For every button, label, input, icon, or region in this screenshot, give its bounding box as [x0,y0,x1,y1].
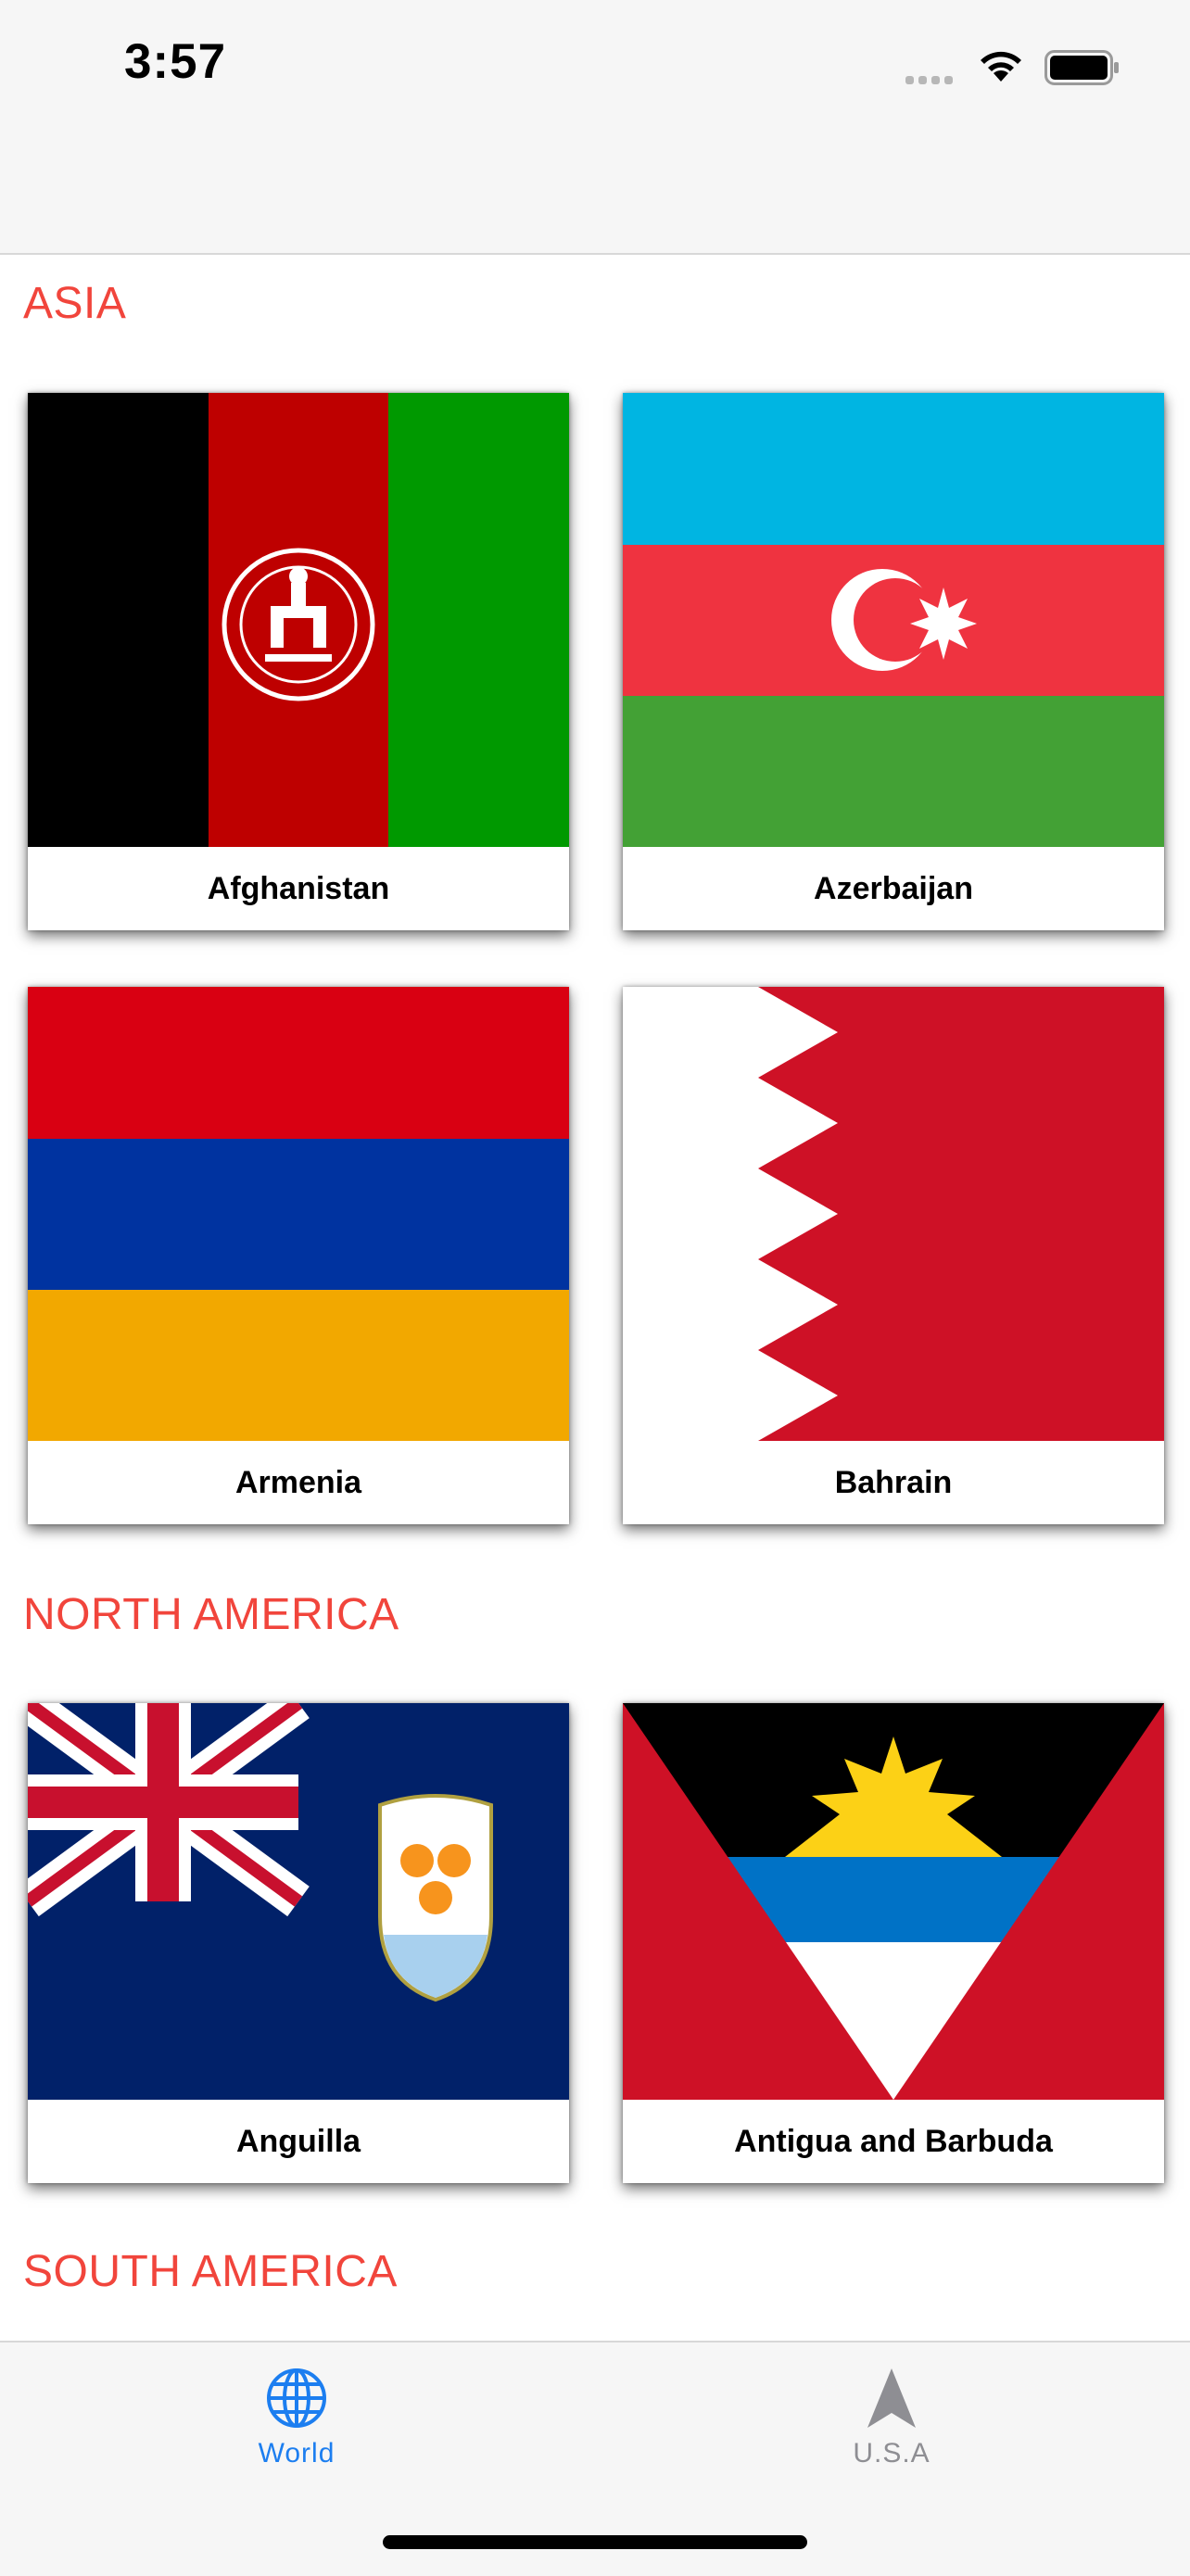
section-title-north-america: NORTH AMERICA [23,1590,399,1639]
wifi-icon [981,51,1021,82]
section-title-south-america: SOUTH AMERICA [23,2247,398,2296]
battery-icon [1044,50,1119,85]
country-name: Armenia [234,1465,362,1500]
globe-icon [267,2368,326,2428]
navigation-arrow-icon [867,2368,916,2428]
top-bar: 3:57 [0,0,1190,255]
tab-usa[interactable]: U.S.A [753,2367,1031,2469]
country-name: Antigua and Barbuda [734,2124,1053,2159]
antigua-and-barbuda-flag-image [623,1703,1164,2100]
afghanistan-flag-image [28,393,569,847]
anguilla-flag-image [28,1703,569,2100]
bahrain-flag-image [623,987,1164,1441]
country-name: Afghanistan [207,871,390,906]
azerbaijan-flag-image [623,393,1164,847]
cellular-signal-icon [905,72,957,89]
section-title-asia: ASIA [23,279,127,328]
tab-usa-label: U.S.A [853,2438,930,2469]
flag-card-armenia[interactable]: Armenia [28,987,569,1524]
home-indicator [383,2535,807,2549]
tab-world-label: World [258,2438,335,2469]
status-time: 3:57 [124,34,227,89]
flag-card-azerbaijan[interactable]: Azerbaijan [623,393,1164,930]
armenia-flag-image [28,987,569,1441]
tab-world[interactable]: World [158,2367,436,2469]
flag-card-bahrain[interactable]: Bahrain [623,987,1164,1524]
flag-card-afghanistan[interactable]: Afghanistan [28,393,569,930]
country-name: Anguilla [235,2124,361,2159]
country-name: Azerbaijan [814,871,973,906]
country-name: Bahrain [834,1465,953,1500]
flag-card-anguilla[interactable]: Anguilla [28,1703,569,2183]
flag-card-antigua-and-barbuda[interactable]: Antigua and Barbuda [623,1703,1164,2183]
